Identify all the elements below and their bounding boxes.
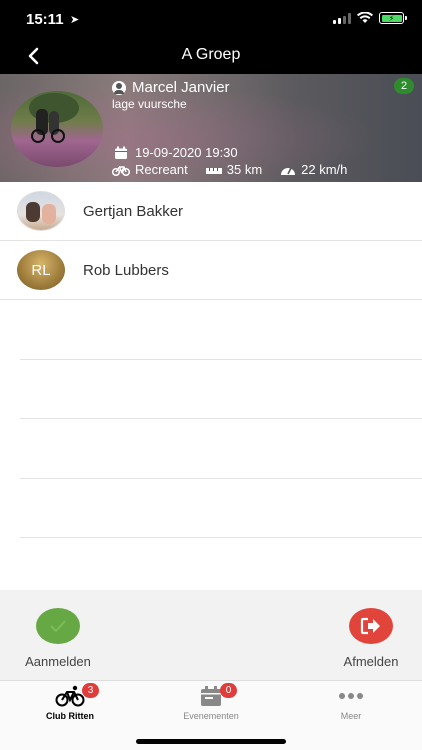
- status-bar: 15:11 ➤ ⚡: [0, 0, 422, 38]
- signal-icon: [333, 12, 351, 24]
- join-label: Aanmelden: [25, 654, 91, 669]
- tab-label: Meer: [340, 711, 362, 721]
- tab-badge: 3: [82, 683, 99, 698]
- ride-distance: 35 km: [226, 162, 263, 177]
- speedometer-icon: [281, 167, 296, 175]
- participant-count-badge: 2: [394, 78, 414, 94]
- join-button[interactable]: Aanmelden: [13, 608, 103, 669]
- tab-evenementen[interactable]: 0 Evenementen: [156, 683, 266, 721]
- ride-location: lage vuursche: [112, 97, 187, 111]
- avatar: [17, 191, 65, 231]
- participant-name: Gertjan Bakker: [83, 202, 184, 220]
- leave-button[interactable]: Afmelden: [326, 608, 416, 669]
- join-icon[interactable]: [36, 608, 80, 644]
- nav-bar: A Groep: [0, 38, 422, 74]
- ride-stats: Recreant 35 km 22 km/h: [112, 162, 347, 177]
- avatar: RL: [17, 250, 65, 290]
- status-icons: ⚡: [333, 12, 407, 24]
- wifi-icon: [357, 12, 373, 23]
- user-circle-icon: [112, 80, 126, 95]
- bicycle-icon: [112, 165, 130, 176]
- tab-label: Club Ritten: [46, 711, 94, 721]
- leave-label: Afmelden: [343, 654, 399, 669]
- battery-icon: ⚡: [379, 12, 407, 24]
- empty-row: [20, 300, 422, 360]
- participants-list: Gertjan Bakker RL Rob Lubbers: [0, 182, 422, 538]
- page-title: A Groep: [181, 46, 241, 63]
- calendar-icon: [201, 686, 221, 706]
- action-bar: Aanmelden Afmelden: [0, 590, 422, 681]
- home-indicator: [136, 739, 286, 744]
- tab-meer[interactable]: Meer: [296, 683, 406, 721]
- tab-label: Evenementen: [183, 711, 239, 721]
- location-arrow-icon: ➤: [70, 14, 80, 26]
- ride-organizer: Marcel Janvier: [112, 79, 230, 96]
- ride-speed: 22 km/h: [301, 162, 348, 177]
- empty-row: [20, 419, 422, 479]
- ride-datetime: 19-09-2020 19:30: [114, 145, 238, 160]
- participant-name: Rob Lubbers: [83, 261, 169, 279]
- ruler-icon: [205, 167, 222, 174]
- empty-row: [20, 360, 422, 419]
- empty-row: [20, 479, 422, 538]
- organizer-name: Marcel Janvier: [132, 79, 230, 96]
- list-item[interactable]: RL Rob Lubbers: [0, 241, 422, 300]
- ride-datetime-text: 19-09-2020 19:30: [135, 145, 238, 160]
- calendar-icon: [115, 146, 127, 159]
- list-item[interactable]: Gertjan Bakker: [0, 182, 422, 241]
- ride-level: Recreant: [135, 162, 188, 177]
- more-dots-icon: [339, 693, 363, 699]
- tab-club-ritten[interactable]: 3 Club Ritten: [15, 683, 125, 721]
- status-time: 15:11: [26, 11, 64, 28]
- ride-photo: [11, 91, 103, 167]
- sign-out-icon[interactable]: [349, 608, 393, 644]
- ride-header: Marcel Janvier lage vuursche 2 19-09-202…: [0, 74, 422, 182]
- tab-badge: 0: [220, 683, 237, 698]
- bicycle-icon: [55, 685, 85, 707]
